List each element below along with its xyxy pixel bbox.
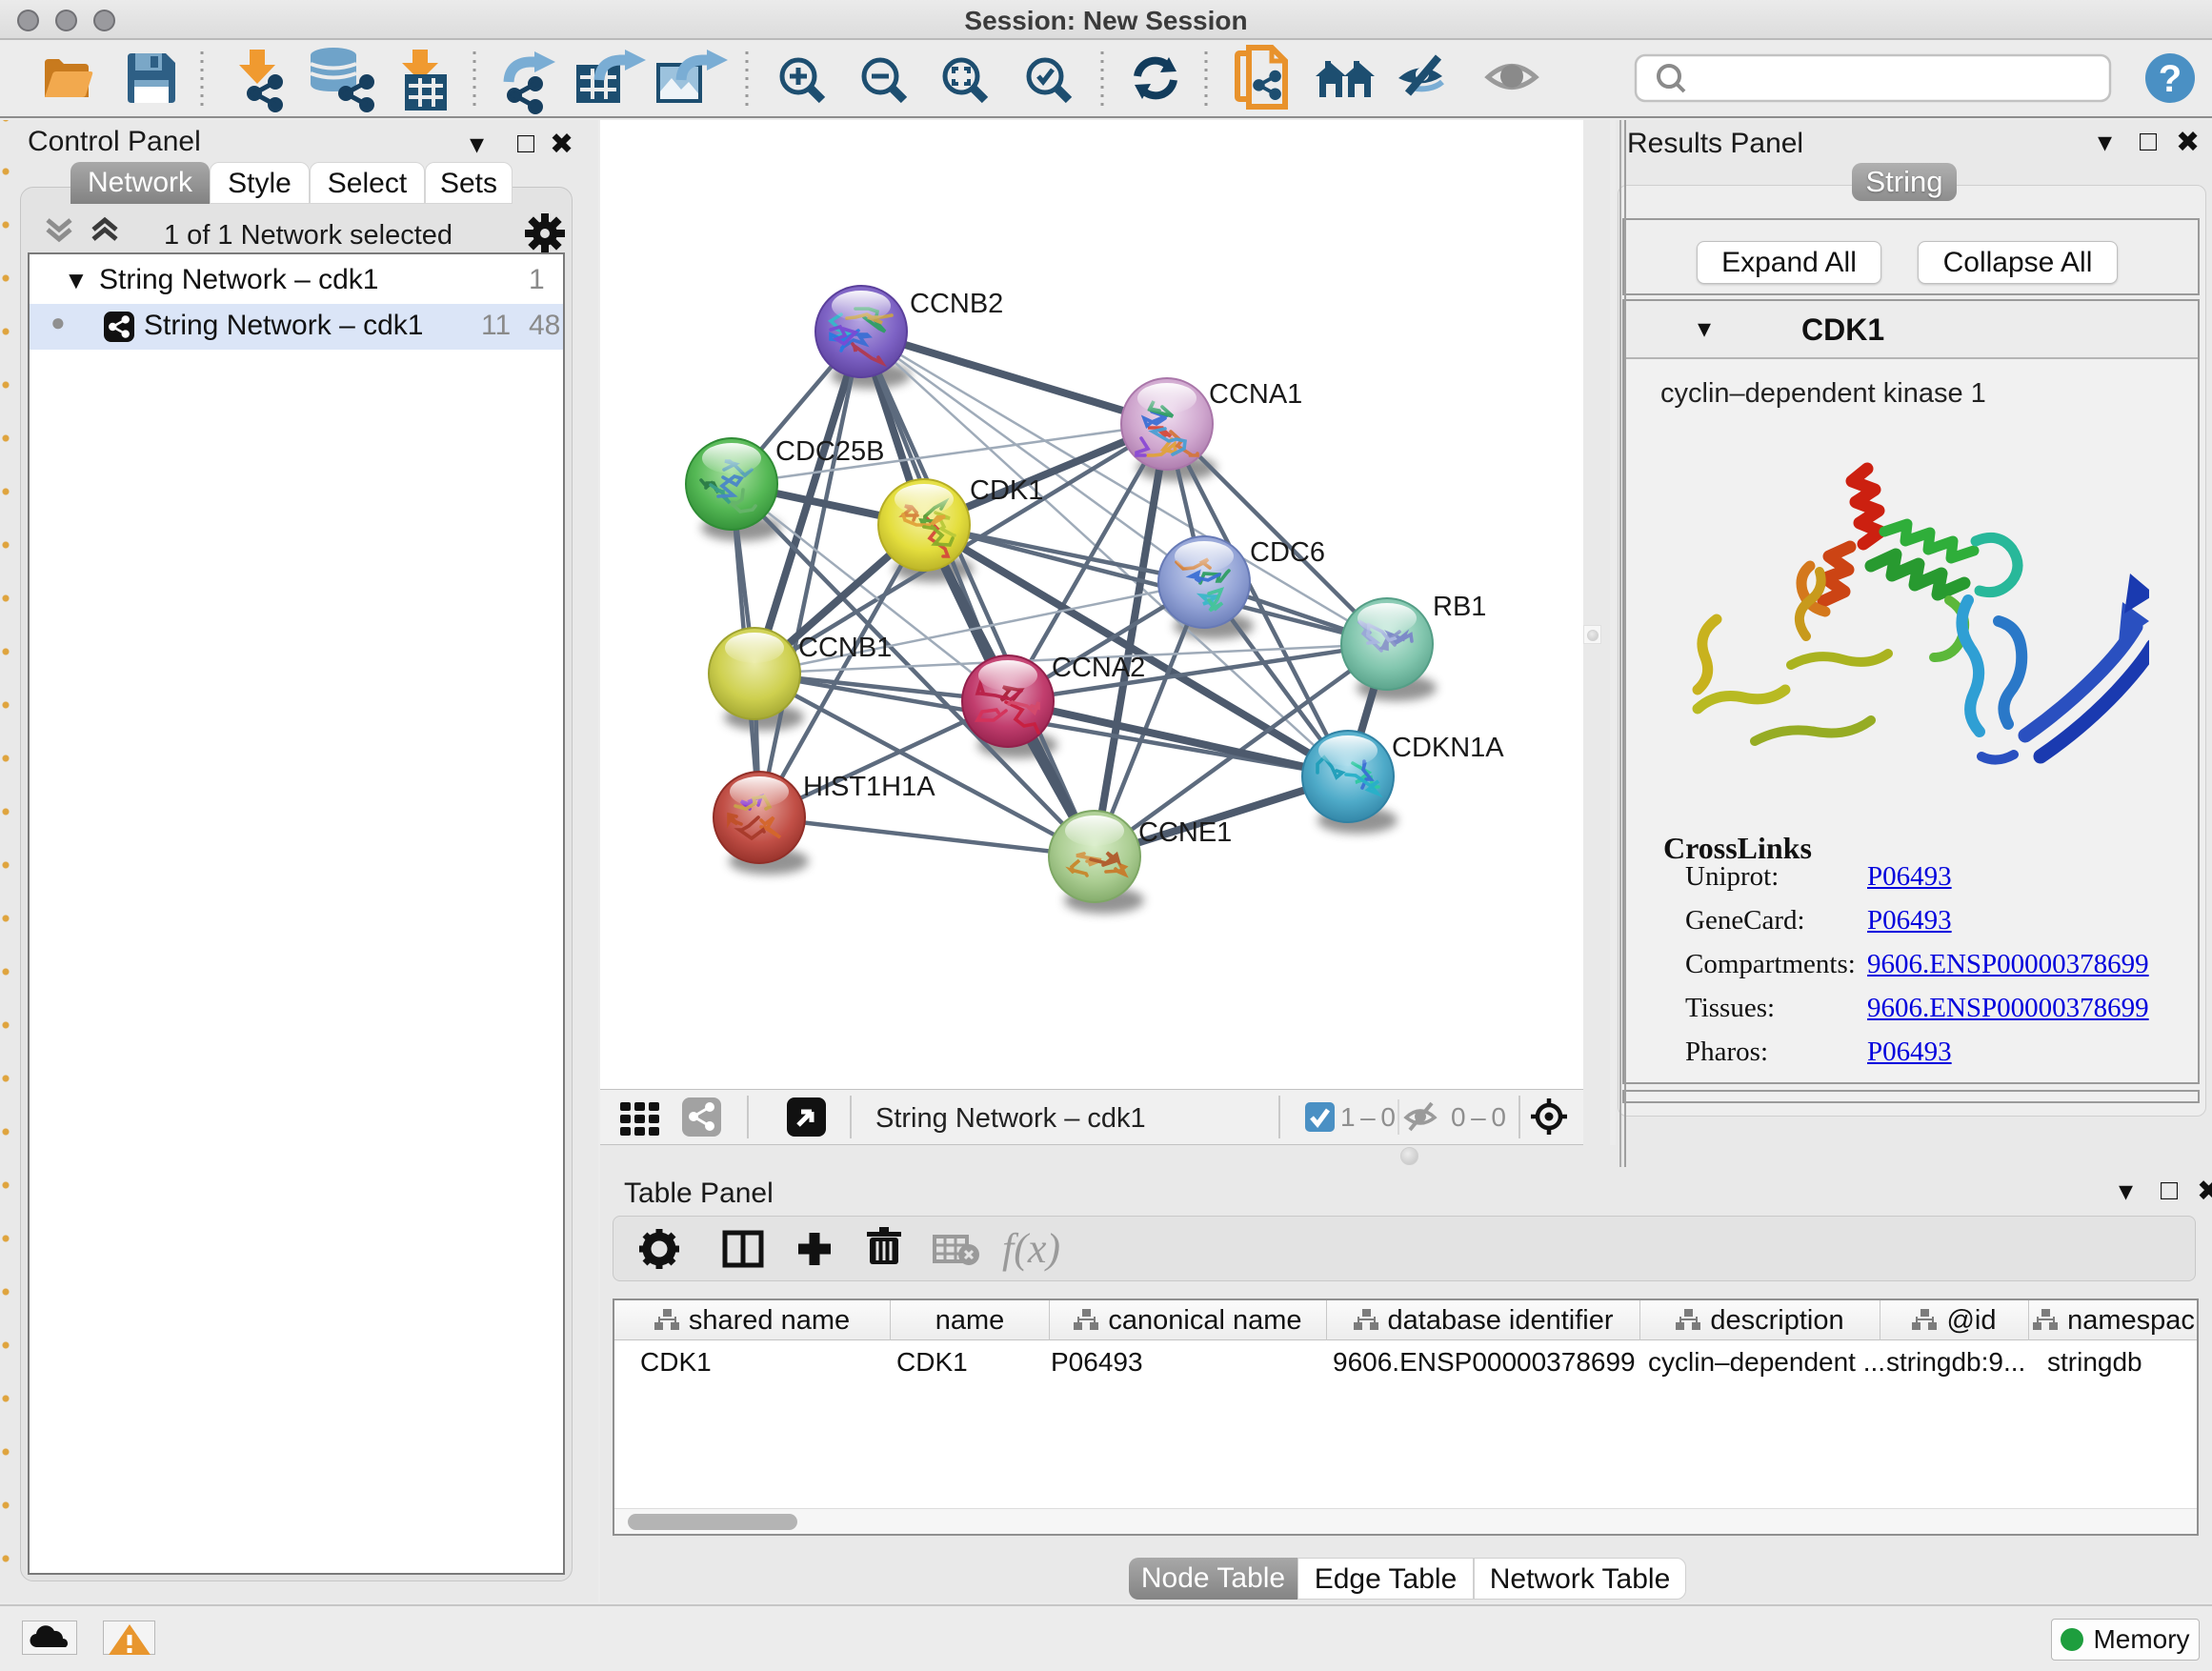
svg-text:CCNB2: CCNB2 (910, 289, 1003, 319)
svg-text:CDK1: CDK1 (970, 475, 1043, 506)
svg-text:CDKN1A: CDKN1A (1392, 733, 1504, 763)
svg-text:CDC6: CDC6 (1250, 537, 1325, 568)
svg-text:CCNA1: CCNA1 (1209, 379, 1302, 410)
svg-text:String Network – cdk1: String Network – cdk1 (875, 1103, 1146, 1134)
svg-text:CCNB1: CCNB1 (798, 633, 892, 663)
svg-text:CCNE1: CCNE1 (1138, 817, 1232, 848)
svg-text:?: ? (2159, 58, 2182, 100)
svg-text:CCNA2: CCNA2 (1052, 653, 1145, 683)
svg-text:RB1: RB1 (1433, 592, 1486, 622)
svg-text:0 – 0: 0 – 0 (1451, 1102, 1506, 1132)
svg-text:f(x): f(x) (1002, 1225, 1060, 1272)
svg-text:1 – 0: 1 – 0 (1340, 1102, 1396, 1132)
svg-text:HIST1H1A: HIST1H1A (803, 772, 935, 802)
svg-text:CDC25B: CDC25B (775, 436, 884, 467)
